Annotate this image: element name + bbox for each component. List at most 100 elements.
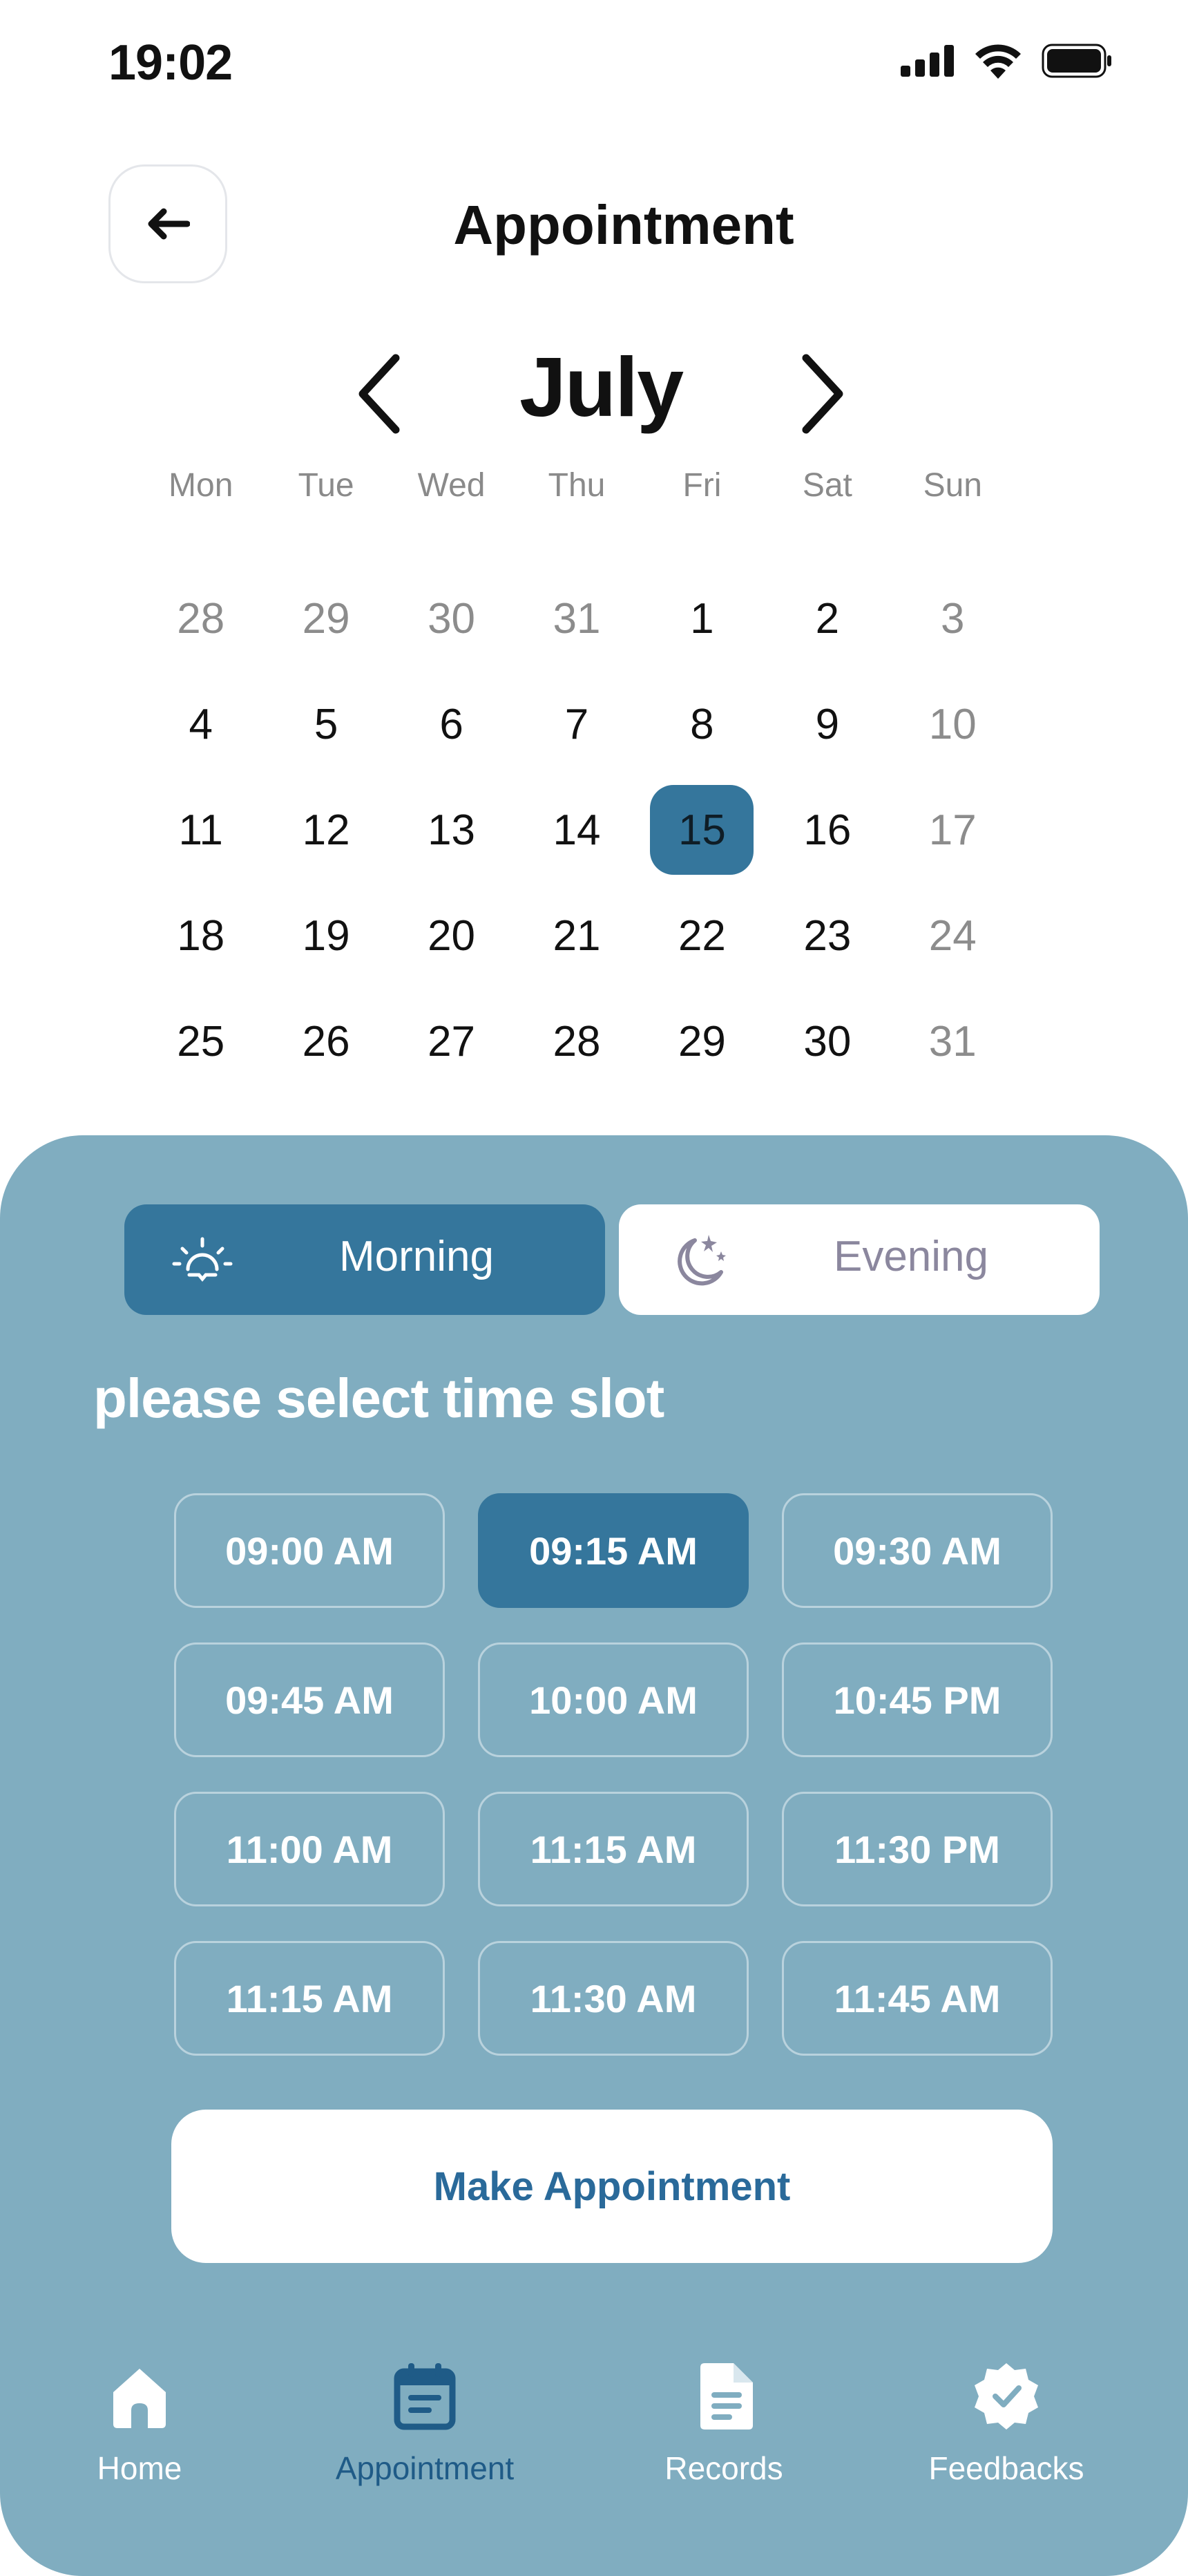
calendar-day[interactable]: 29 (263, 587, 388, 693)
calendar-day-number: 7 (564, 700, 589, 748)
evening-tab[interactable]: Evening (619, 1204, 1100, 1315)
nav-label-records: Records (664, 2450, 783, 2486)
calendar-day[interactable]: 19 (263, 905, 388, 1010)
time-slot-button[interactable]: 11:45 AM (782, 1941, 1053, 2056)
calendar-day[interactable]: 11 (138, 799, 263, 905)
calendar-day[interactable]: 10 (890, 693, 1015, 799)
calendar-day-number: 9 (815, 700, 840, 748)
weekday-label: Wed (417, 467, 486, 504)
nav-label-feedbacks: Feedbacks (928, 2450, 1084, 2486)
weekday-label: Mon (169, 467, 233, 504)
nav-item-appointment[interactable]: Appointment (300, 2351, 549, 2487)
morning-label: Morning (339, 1233, 494, 1280)
nav-item-feedbacks[interactable]: Feedbacks (882, 2351, 1131, 2487)
status-bar: 19:02 (0, 0, 1188, 131)
calendar-day[interactable]: 25 (138, 1010, 263, 1116)
page-title: Appointment (453, 194, 794, 256)
calendar-day[interactable]: 18 (138, 905, 263, 1010)
calendar-day-number: 23 (803, 911, 852, 960)
time-slot-button[interactable]: 09:30 AM (782, 1493, 1053, 1608)
calendar-day-number: 30 (803, 1017, 852, 1066)
calendar-day[interactable]: 27 (389, 1010, 514, 1116)
time-slot-panel: Morning Evening please select time slot … (0, 1135, 1188, 2576)
evening-label: Evening (833, 1233, 989, 1280)
calendar-day-number: 28 (177, 594, 225, 643)
nav-label-home: Home (97, 2450, 182, 2486)
time-slot-button[interactable]: 11:15 AM (478, 1792, 749, 1906)
sunrise-icon (171, 1231, 233, 1289)
calendar-day[interactable]: 3 (890, 587, 1015, 693)
battery-icon (1042, 44, 1111, 78)
calendar-day[interactable]: 26 (263, 1010, 388, 1116)
time-slot-button[interactable]: 10:00 AM (478, 1642, 749, 1757)
time-slot-button[interactable]: 11:30 AM (478, 1941, 749, 2056)
time-slot-button[interactable]: 11:00 AM (174, 1792, 445, 1906)
calendar-day-number: 31 (553, 594, 601, 643)
calendar-day[interactable]: 17 (890, 799, 1015, 905)
calendar-day[interactable]: 30 (389, 587, 514, 693)
calendar-day-number: 31 (928, 1017, 977, 1066)
calendar-day-number: 20 (428, 911, 476, 960)
calendar-day-number: 4 (189, 700, 213, 748)
calendar-day-number: 1 (690, 594, 714, 643)
calendar-day[interactable]: 9 (765, 693, 890, 799)
time-slot-button-selected[interactable]: 09:15 AM (478, 1493, 749, 1608)
previous-month-button[interactable] (352, 352, 408, 435)
calendar-icon (392, 2351, 458, 2441)
weekday-label: Fri (682, 467, 722, 504)
time-slot-button[interactable]: 10:45 PM (782, 1642, 1053, 1757)
calendar-day[interactable]: 4 (138, 693, 263, 799)
badge-check-icon (970, 2351, 1042, 2441)
calendar-day[interactable]: 6 (389, 693, 514, 799)
calendar-day-number: 12 (302, 806, 350, 854)
calendar-day[interactable]: 13 (389, 799, 514, 905)
calendar-day[interactable]: 30 (765, 1010, 890, 1116)
time-slot-button[interactable]: 11:30 PM (782, 1792, 1053, 1906)
calendar-day[interactable]: 8 (640, 693, 765, 799)
calendar-day[interactable]: 22 (640, 905, 765, 1010)
calendar-day[interactable]: 31 (890, 1010, 1015, 1116)
nav-item-home[interactable]: Home (15, 2351, 264, 2487)
nav-item-records[interactable]: Records (600, 2351, 848, 2487)
calendar-day[interactable]: 20 (389, 905, 514, 1010)
next-month-button[interactable] (794, 352, 850, 435)
weekday-label: Sun (923, 467, 982, 504)
time-slot-button[interactable]: 09:00 AM (174, 1493, 445, 1608)
calendar-day-number: 16 (803, 806, 852, 854)
header: Appointment (0, 159, 1188, 287)
calendar-day-selected[interactable]: 15 (640, 785, 765, 905)
calendar-day[interactable]: 5 (263, 693, 388, 799)
chevron-right-icon (802, 354, 843, 434)
moon-stars-icon (666, 1231, 728, 1289)
month-title: July (519, 340, 684, 434)
calendar-day-number: 11 (178, 806, 223, 854)
calendar-day[interactable]: 16 (765, 799, 890, 905)
calendar-day[interactable]: 1 (640, 587, 765, 693)
calendar-days-grid: 28 29 30 31 1 2 3 4 5 6 7 8 9 10 11 12 13 14 15 16 17 18 19 20 2… (138, 587, 1015, 1116)
calendar-day[interactable]: 7 (514, 693, 639, 799)
calendar-day[interactable]: 14 (514, 799, 639, 905)
calendar-day-number: 5 (314, 700, 338, 748)
morning-tab[interactable]: Morning (124, 1204, 605, 1315)
time-slot-button[interactable]: 09:45 AM (174, 1642, 445, 1757)
calendar-day[interactable]: 23 (765, 905, 890, 1010)
calendar-day[interactable]: 28 (514, 1010, 639, 1116)
make-appointment-button[interactable]: Make Appointment (171, 2110, 1053, 2263)
calendar-day[interactable]: 31 (514, 587, 639, 693)
calendar-day-number: 19 (302, 911, 350, 960)
calendar-day[interactable]: 12 (263, 799, 388, 905)
calendar-day[interactable]: 28 (138, 587, 263, 693)
weekday-label: Thu (548, 467, 606, 504)
calendar-day-number: 26 (302, 1017, 350, 1066)
calendar-day[interactable]: 29 (640, 1010, 765, 1116)
calendar-day[interactable]: 24 (890, 905, 1015, 1010)
time-slot-button[interactable]: 11:15 AM (174, 1941, 445, 2056)
status-time: 19:02 (108, 35, 233, 91)
calendar-day-number: 22 (678, 911, 726, 960)
calendar-day[interactable]: 21 (514, 905, 639, 1010)
calendar-day-number: 21 (553, 911, 601, 960)
calendar-day-number: 29 (302, 594, 350, 643)
calendar-day[interactable]: 2 (765, 587, 890, 693)
time-slot-heading: please select time slot (93, 1367, 664, 1429)
calendar-day-number: 28 (553, 1017, 601, 1066)
